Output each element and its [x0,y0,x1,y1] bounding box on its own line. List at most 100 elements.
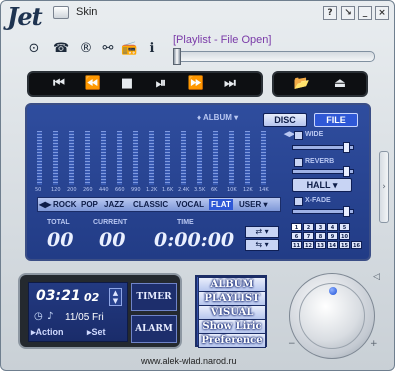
expand-handle[interactable]: › [379,151,389,223]
action-button[interactable]: ▸Action [31,327,64,338]
play-pause-button[interactable]: ⏯ [147,74,175,94]
next-button[interactable]: ⏭ [216,74,244,94]
website-link[interactable]: www.alek-wlad.narod.ru [141,356,237,366]
freq-label: 440 [99,187,109,193]
track-cell[interactable]: 13 [315,241,326,249]
repeat-select[interactable]: ⇄ ▾ [245,226,279,238]
player-window: Jet Skin ? ↘ _ × ⊙ ☎ ® ⚯ 📻 ℹ [Playlist -… [0,0,395,371]
album-mode-select[interactable]: ♦ ALBUM ▾ [197,113,238,122]
time-value: 0:00:00 [154,229,235,251]
preset-vocal[interactable]: VOCAL [176,199,204,210]
volume-indicator [329,287,337,295]
eq-band-2.4k[interactable] [181,131,186,185]
clock-adjust-spinner[interactable]: ▲ ▼ [109,288,122,306]
freq-label: 200 [67,187,77,193]
preset-flat[interactable]: FLAT [209,199,233,210]
previous-button[interactable]: ⏮ [45,74,73,94]
track-cell[interactable]: 16 [351,241,362,249]
eq-band-200[interactable] [69,131,74,185]
minimize-button[interactable]: _ [358,6,372,20]
open-folder-button[interactable]: 📂 [288,74,316,94]
preset-user[interactable]: USER ▾ [239,199,267,210]
xfade-slider-thumb[interactable] [343,206,350,217]
preset-rock[interactable]: ROCK [53,199,77,210]
eject-button[interactable]: ⏏ [326,74,354,94]
menu-playlist[interactable]: PLAYLIST [198,291,266,306]
preset-arrows[interactable]: ◀▶ [39,199,51,210]
file-button[interactable]: FILE [314,113,358,127]
close-button[interactable]: × [375,6,389,20]
info-icon[interactable]: ℹ [144,41,160,57]
xfade-checkbox[interactable] [294,197,303,206]
eq-band-440[interactable] [101,131,106,185]
volume-minus-icon: − [288,339,296,349]
share-icon[interactable]: ⚯ [100,41,116,57]
reverb-slider-thumb[interactable] [343,166,350,177]
eq-band-3.5k[interactable] [197,131,202,185]
current-label: CURRENT [93,219,128,226]
track-cell[interactable]: 12 [303,241,314,249]
wide-slider-thumb[interactable] [343,142,350,153]
radio-icon[interactable]: 📻 [121,41,137,57]
freq-label: 1.6K [162,187,174,193]
preset-pop[interactable]: POP [81,199,98,210]
freq-label: 260 [83,187,93,193]
mini-mode-button[interactable]: ↘ [341,6,355,20]
preset-classic[interactable]: CLASSIC [133,199,168,210]
eq-band-14k[interactable] [261,131,266,185]
sound-icon[interactable]: ♪ [47,311,53,322]
eq-band-50[interactable] [37,131,42,185]
track-cell[interactable]: 4 [327,223,338,231]
eq-band-1.6k[interactable] [165,131,170,185]
menu-visual[interactable]: VISUAL [198,305,266,320]
eq-bars[interactable] [37,131,279,185]
track-cell[interactable]: 2 [303,223,314,231]
seek-thumb[interactable] [173,48,181,65]
track-cell[interactable]: 10 [339,232,350,240]
alarm-clock-icon[interactable]: ◷ [34,311,43,322]
track-cell[interactable]: 8 [315,232,326,240]
track-cell[interactable]: 5 [339,223,350,231]
wide-checkbox[interactable] [294,131,303,140]
track-cell[interactable]: 14 [327,241,338,249]
timer-button[interactable]: TIMER [131,283,177,311]
clock-time: 03:21 [36,288,81,304]
skin-button[interactable] [53,6,69,19]
reverb-checkbox[interactable] [294,158,303,167]
track-cell[interactable]: 9 [327,232,338,240]
track-cell[interactable]: 11 [291,241,302,249]
record-icon[interactable]: ® [78,41,94,57]
help-button[interactable]: ? [323,6,337,20]
menu-show-lyric[interactable]: Show Liric [198,319,266,334]
eq-band-1.2k[interactable] [149,131,154,185]
freq-label: 120 [51,187,61,193]
menu-album[interactable]: ALBUM [198,277,266,292]
speaker-icon[interactable]: ⊙ [26,41,42,57]
eq-band-10k[interactable] [229,131,234,185]
track-cell[interactable]: 6 [291,232,302,240]
freq-label: 2.4K [178,187,190,193]
rewind-button[interactable]: ⏪ [79,74,107,94]
eq-band-12k[interactable] [245,131,250,185]
track-cell[interactable]: 3 [315,223,326,231]
track-cell[interactable]: 7 [303,232,314,240]
alarm-button[interactable]: ALARM [131,315,177,343]
eq-band-260[interactable] [85,131,90,185]
disc-button[interactable]: DISC [263,113,307,127]
forward-button[interactable]: ⏩ [182,74,210,94]
phone-icon[interactable]: ☎ [53,41,69,57]
eq-band-660[interactable] [117,131,122,185]
eq-band-120[interactable] [53,131,58,185]
shuffle-select[interactable]: ⇆ ▾ [245,239,279,251]
seek-slider[interactable] [173,51,375,62]
track-cell[interactable]: 15 [339,241,350,249]
preset-jazz[interactable]: JAZZ [104,199,124,210]
stop-button[interactable]: ■ [113,74,141,94]
eq-band-6k[interactable] [213,131,218,185]
reverb-mode-select[interactable]: HALL ▾ [292,178,352,192]
set-button[interactable]: ▸Set [87,327,106,338]
track-cell[interactable]: 1 [291,223,302,231]
eq-band-990[interactable] [133,131,138,185]
menu-preference[interactable]: Preference [198,333,266,348]
freq-label: 10K [227,187,237,193]
